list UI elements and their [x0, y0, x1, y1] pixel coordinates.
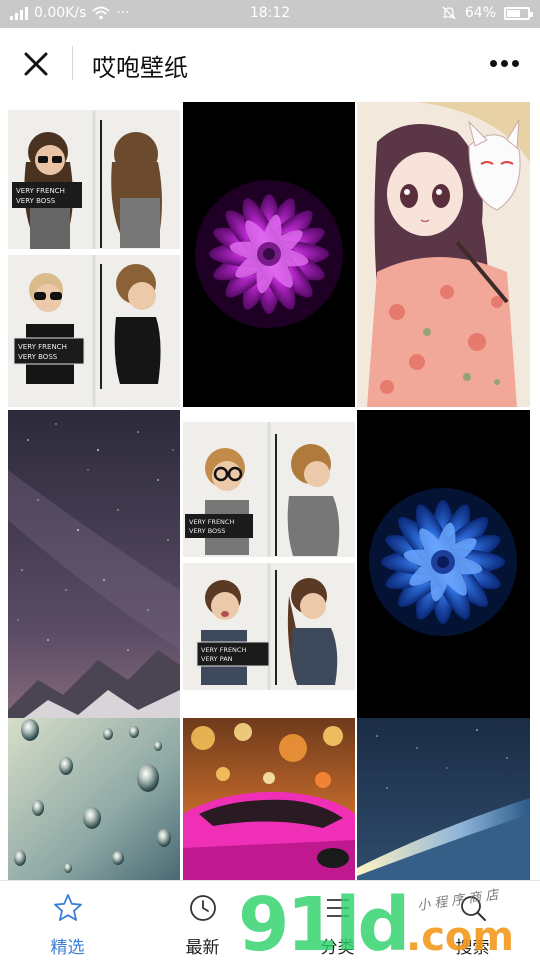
tab-featured[interactable]: 精选 — [0, 881, 135, 960]
wallpaper-tile-kids-mugshot-2[interactable]: VERY FRENCH VERY BOSS VERY FRENCH VERY P… — [183, 410, 355, 690]
svg-text:VERY PAN: VERY PAN — [201, 655, 233, 663]
wallpaper-tile-magenta-flower[interactable] — [183, 102, 355, 407]
wallpaper-image: VERY FRENCH VERY BOSS VERY FRENCH VERY B… — [8, 102, 180, 407]
page-title: 哎咆壁纸 — [92, 54, 188, 82]
wallpaper-tile-pink-car[interactable] — [183, 718, 355, 880]
wallpaper-image — [357, 718, 530, 880]
wallpaper-tile-anime-girl[interactable] — [357, 102, 530, 407]
more-dot-icon — [511, 59, 519, 67]
search-icon — [460, 896, 486, 921]
battery-percent: 64% — [464, 5, 496, 21]
svg-text:VERY BOSS: VERY BOSS — [189, 527, 225, 535]
close-icon — [24, 52, 48, 76]
status-bar: 0.00K/s ··· 18:12 64% — [0, 0, 540, 28]
wallpaper-grid: VERY FRENCH VERY BOSS VERY FRENCH VERY B… — [0, 100, 540, 880]
tab-latest[interactable]: 最新 — [135, 881, 270, 960]
header-bar: 哎咆壁纸 — [0, 28, 540, 100]
clock-icon — [189, 895, 216, 921]
tab-label: 最新 — [185, 938, 220, 958]
more-menu-button[interactable] — [484, 48, 524, 78]
wallpaper-image — [357, 102, 530, 407]
list-icon — [326, 899, 349, 917]
mute-bell-icon — [442, 6, 456, 20]
battery-level — [507, 9, 520, 17]
svg-text:VERY BOSS: VERY BOSS — [16, 197, 56, 205]
close-button[interactable] — [18, 46, 54, 82]
svg-text:VERY BOSS: VERY BOSS — [18, 353, 58, 361]
wallpaper-image — [8, 718, 180, 880]
star-icon — [53, 894, 82, 921]
tab-search[interactable]: 搜索 — [405, 881, 540, 960]
more-dot-icon — [489, 59, 497, 67]
wallpaper-image — [183, 718, 355, 880]
bottom-tab-bar: 精选 最新 分类 搜索 — [0, 880, 540, 960]
more-dot-icon — [500, 59, 508, 67]
tab-label: 精选 — [50, 938, 85, 958]
wallpaper-tile-earth-space[interactable] — [357, 718, 530, 880]
wallpaper-image — [183, 102, 355, 407]
tab-label: 分类 — [320, 938, 355, 958]
svg-text:VERY FRENCH: VERY FRENCH — [189, 518, 234, 526]
svg-text:VERY FRENCH: VERY FRENCH — [201, 646, 246, 654]
tab-label: 搜索 — [455, 938, 490, 958]
wallpaper-tile-raindrops[interactable] — [8, 718, 180, 880]
svg-text:VERY FRENCH: VERY FRENCH — [18, 343, 67, 351]
svg-text:VERY FRENCH: VERY FRENCH — [16, 187, 65, 195]
wallpaper-tile-kids-mugshot[interactable]: VERY FRENCH VERY BOSS VERY FRENCH VERY B… — [8, 102, 180, 407]
wallpaper-image: VERY FRENCH VERY BOSS VERY FRENCH VERY P… — [183, 410, 355, 690]
header-divider — [72, 46, 73, 80]
tab-categories[interactable]: 分类 — [270, 881, 405, 960]
battery-icon — [504, 6, 533, 20]
